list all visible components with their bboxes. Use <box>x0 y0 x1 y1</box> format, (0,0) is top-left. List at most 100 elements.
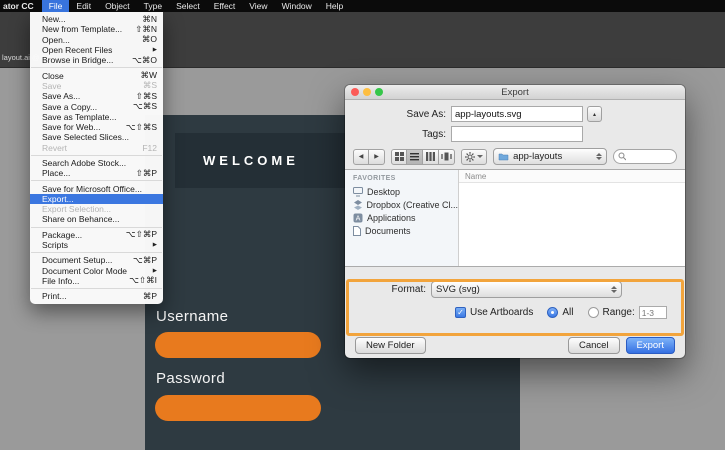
dropdown-caret-icon <box>477 155 484 158</box>
menu-item-package[interactable]: Package... ⌥⇧⌘P <box>30 229 163 240</box>
applications-icon: A <box>353 213 363 222</box>
format-select[interactable]: SVG (svg) <box>431 281 622 298</box>
dialog-titlebar[interactable]: Export <box>345 85 685 100</box>
menu-item-new-from-template[interactable]: New from Template... ⇧⌘N <box>30 24 163 34</box>
menubar-window[interactable]: Window <box>275 0 319 12</box>
menubar-type[interactable]: Type <box>137 0 169 12</box>
menu-item-document-color-mode[interactable]: Document Color Mode ▶ <box>30 266 163 276</box>
menu-item-save-for-microsoft-office[interactable]: Save for Microsoft Office... <box>30 183 163 194</box>
app-menu-title[interactable]: ator CC <box>0 0 42 12</box>
menu-item-document-setup[interactable]: Document Setup... ⌥⌘P <box>30 255 163 265</box>
menu-separator <box>31 67 162 69</box>
menubar-help[interactable]: Help <box>319 0 350 12</box>
menu-separator <box>31 154 162 156</box>
sidebar-item-applications[interactable]: A Applications <box>345 211 458 224</box>
back-button[interactable]: ◀ <box>353 148 369 165</box>
menu-item-browse-in-bridge[interactable]: Browse in Bridge... ⌥⌘O <box>30 55 163 65</box>
zoom-button[interactable] <box>375 88 383 96</box>
menu-item-new[interactable]: New... ⌘N <box>30 14 163 24</box>
document-icon <box>353 225 361 236</box>
icon-view-button[interactable] <box>391 148 407 165</box>
menu-item-file-info[interactable]: File Info... ⌥⇧⌘I <box>30 275 163 286</box>
menu-item-save-a-copy[interactable]: Save a Copy... ⌥⌘S <box>30 101 163 111</box>
svg-text:A: A <box>356 214 361 222</box>
file-browser: FAVORITES Desktop Dropbox (Creative Cl..… <box>345 169 685 267</box>
menubar-effect[interactable]: Effect <box>207 0 243 12</box>
coverflow-view-icon <box>441 152 452 161</box>
menubar-file[interactable]: File <box>41 0 70 12</box>
use-artboards-checkbox[interactable]: ✓ <box>455 307 466 318</box>
gear-icon <box>465 151 476 162</box>
disclosure-icon: ▴ <box>592 111 596 118</box>
column-view-button[interactable] <box>423 148 439 165</box>
format-value: SVG (svg) <box>436 284 480 295</box>
forward-button[interactable]: ▶ <box>369 148 385 165</box>
search-input[interactable] <box>627 151 672 162</box>
location-select[interactable]: app-layouts <box>493 148 608 165</box>
menu-item-scripts[interactable]: Scripts ▶ <box>30 240 163 250</box>
menubar-edit[interactable]: Edit <box>69 0 98 12</box>
name-column-header[interactable]: Name <box>459 170 685 183</box>
menu-item-close[interactable]: Close ⌘W <box>30 70 163 80</box>
range-label: Range: <box>602 307 635 318</box>
menu-item-open[interactable]: Open... ⌘O <box>30 34 163 45</box>
all-radio[interactable] <box>547 307 559 318</box>
menubar: ator CC File Edit Object Type Select Eff… <box>0 0 725 12</box>
popup-arrows-icon <box>611 286 617 293</box>
menu-item-export-selection: Export Selection... <box>42 204 111 215</box>
export-button[interactable]: Export <box>625 336 675 354</box>
menubar-select[interactable]: Select <box>169 0 207 12</box>
menu-item-open-recent-files[interactable]: Open Recent Files ▶ <box>30 45 163 55</box>
menu-item-search-adobe-stock[interactable]: Search Adobe Stock... <box>30 158 163 168</box>
list-view-icon <box>410 153 419 161</box>
menu-separator <box>31 252 162 254</box>
nav-segmented-control: ◀ ▶ <box>353 148 385 165</box>
menu-item-save-as-template[interactable]: Save as Template... <box>30 112 163 122</box>
menu-item-share-on-behance[interactable]: Share on Behance... <box>30 214 163 224</box>
file-menu-dropdown: New... ⌘N New from Template... ⇧⌘N Open...… <box>30 12 163 305</box>
range-input[interactable] <box>638 306 667 319</box>
action-menu-button[interactable] <box>461 148 488 165</box>
sidebar-item-desktop[interactable]: Desktop <box>345 185 458 198</box>
menu-item-save-for-web[interactable]: Save for Web... ⌥⇧⌘S <box>30 122 163 132</box>
tags-input[interactable] <box>451 126 583 142</box>
welcome-text: WELCOME <box>203 153 299 168</box>
password-field-shape <box>155 395 321 421</box>
cancel-button[interactable]: Cancel <box>567 336 620 354</box>
screen: ator CC File Edit Object Type Select Eff… <box>0 0 725 450</box>
menu-item-print[interactable]: Print... ⌘P <box>30 291 163 301</box>
menu-item-save-selected-slices[interactable]: Save Selected Slices... <box>30 132 163 142</box>
expand-panel-button[interactable]: ▴ <box>587 106 602 122</box>
save-form: Save As: ▴ Tags: <box>345 100 685 142</box>
minimize-button[interactable] <box>363 88 371 96</box>
new-folder-button[interactable]: New Folder <box>355 336 426 354</box>
format-label: Format: <box>391 284 426 295</box>
sidebar-item-documents[interactable]: Documents <box>345 224 458 237</box>
close-button[interactable] <box>351 88 359 96</box>
check-icon: ✓ <box>457 308 464 317</box>
save-as-label: Save As: <box>406 108 446 120</box>
sidebar-item-dropbox[interactable]: Dropbox (Creative Cl... <box>345 198 458 211</box>
view-mode-segmented-control <box>391 148 455 165</box>
coverflow-view-button[interactable] <box>439 148 455 165</box>
menubar-object[interactable]: Object <box>98 0 137 12</box>
file-list-body[interactable] <box>459 183 685 266</box>
menu-item-export[interactable]: Export... <box>30 193 163 205</box>
menu-item-place[interactable]: Place... ⇧⌘P <box>30 168 163 178</box>
username-field-shape <box>155 332 321 358</box>
tags-label: Tags: <box>422 128 446 140</box>
menubar-view[interactable]: View <box>242 0 274 12</box>
popup-arrows-icon <box>596 153 603 160</box>
favorites-sidebar: FAVORITES Desktop Dropbox (Creative Cl..… <box>345 170 459 266</box>
dialog-footer: New Folder Cancel Export <box>345 333 685 357</box>
menu-item-save-as[interactable]: Save As... ⇧⌘S <box>30 91 163 101</box>
search-field[interactable] <box>613 149 677 164</box>
password-label: Password <box>156 370 226 387</box>
menu-item-revert: Revert F12 <box>42 142 157 153</box>
submenu-arrow-icon: ▶ <box>152 242 157 249</box>
save-as-input[interactable] <box>451 106 583 122</box>
favorites-header: FAVORITES <box>353 175 396 182</box>
search-icon <box>618 152 626 161</box>
range-radio[interactable] <box>587 307 599 318</box>
list-view-button[interactable] <box>407 148 423 165</box>
